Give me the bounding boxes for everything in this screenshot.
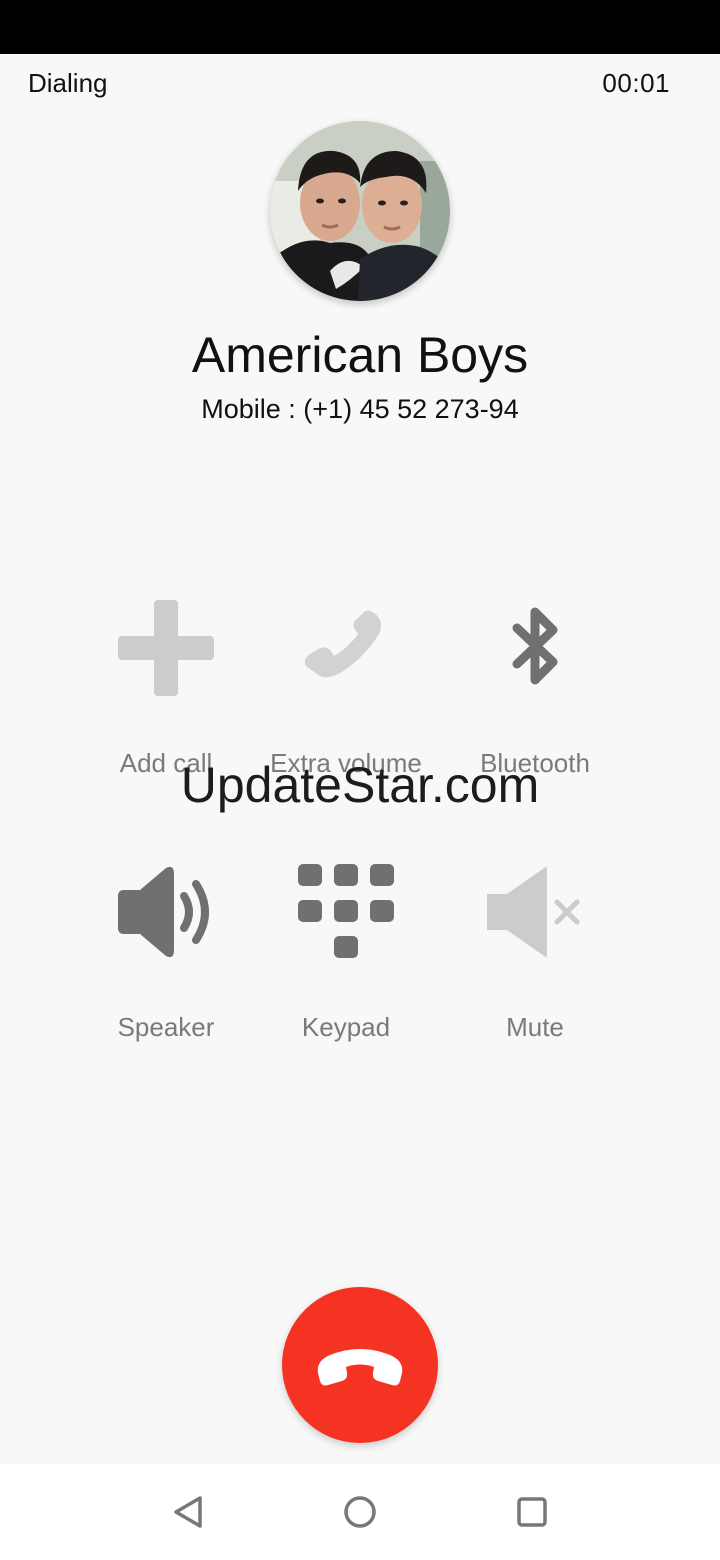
- back-icon: [174, 1496, 202, 1528]
- speaker-label: Speaker: [117, 1012, 215, 1042]
- call-timer: 00:01: [602, 68, 670, 98]
- phone-volume-icon: [298, 600, 394, 696]
- call-state: Dialing: [28, 68, 108, 98]
- mute-button[interactable]: Mute: [440, 864, 630, 1054]
- home-icon: [344, 1496, 376, 1528]
- contact-name: American Boys: [191, 327, 529, 383]
- bluetooth-icon: [487, 600, 583, 696]
- keypad-icon: [298, 864, 394, 960]
- recents-icon: [517, 1497, 547, 1527]
- keypad-button[interactable]: Keypad: [251, 864, 441, 1054]
- keypad-label: Keypad: [301, 1012, 391, 1042]
- contact-avatar: [270, 121, 450, 301]
- navigation-bar: [0, 1464, 720, 1560]
- speaker-button[interactable]: Speaker: [71, 864, 261, 1054]
- hang-up-icon: [317, 1349, 403, 1386]
- add-call-icon: [118, 600, 214, 696]
- mute-icon: [487, 864, 583, 960]
- status-bar: [0, 0, 720, 54]
- end-call-button[interactable]: [282, 1287, 438, 1443]
- back-nav-button[interactable]: [166, 1490, 210, 1534]
- watermark: UpdateStar.com: [180, 757, 540, 813]
- mute-label: Mute: [506, 1012, 564, 1042]
- call-screen: Dialing 00:01 American Boys Mobile: (+1…: [0, 0, 720, 1560]
- speaker-icon: [118, 864, 214, 960]
- contact-number: Mobile : (+1) 45 52 273-94: [201, 394, 519, 424]
- call-header: Dialing 00:01: [0, 54, 720, 116]
- recents-nav-button[interactable]: [510, 1490, 554, 1534]
- home-nav-button[interactable]: [338, 1490, 382, 1534]
